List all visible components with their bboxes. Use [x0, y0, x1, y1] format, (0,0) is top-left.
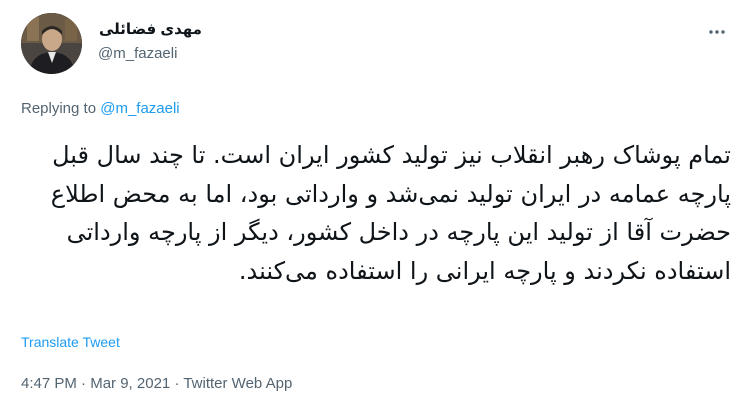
avatar-image	[21, 13, 82, 74]
tweet-time-link[interactable]: 4:47 PM	[21, 375, 77, 392]
author-display-name[interactable]: مهدی فضائلی	[99, 20, 202, 40]
tweet-source-link[interactable]: Twitter Web App	[183, 375, 292, 392]
meta-separator: ·	[174, 375, 180, 392]
translate-tweet-link[interactable]: Translate Tweet	[21, 332, 120, 352]
more-options-button[interactable]	[705, 20, 729, 44]
tweet: مهدی فضائلی @m_fazaeli Replying to @m_fa…	[0, 0, 748, 411]
replying-to: Replying to @m_fazaeli	[21, 99, 180, 119]
tweet-text: تمام پوشاک رهبر انقلاب نیز تولید کشور ای…	[50, 141, 731, 285]
tweet-date-link[interactable]: Mar 9, 2021	[90, 375, 170, 392]
more-horizontal-icon	[709, 30, 725, 34]
author-handle[interactable]: @m_fazaeli	[98, 44, 177, 64]
tweet-metadata: 4:47 PM · Mar 9, 2021 · Twitter Web App	[21, 374, 292, 394]
meta-separator: ·	[81, 375, 87, 392]
avatar[interactable]	[21, 13, 82, 74]
replying-to-label: Replying to	[21, 100, 97, 117]
replying-to-mention-link[interactable]: @m_fazaeli	[100, 100, 179, 117]
